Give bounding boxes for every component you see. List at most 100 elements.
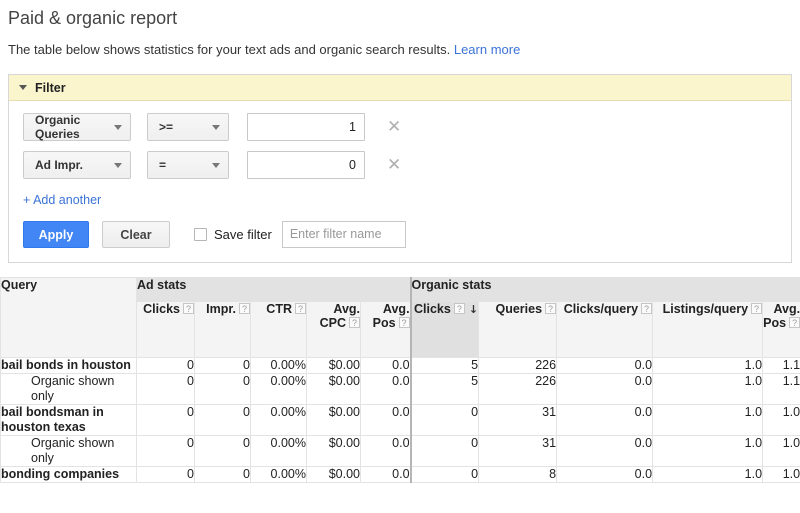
cell-ad-avg-cpc: $0.00 <box>306 466 361 483</box>
group-header-ad-stats: Ad stats <box>135 277 412 302</box>
cell-ad-avg-pos: 0.0 <box>359 404 412 436</box>
group-header-organic-stats: Organic stats <box>409 277 800 302</box>
column-header-ad-avg-pos[interactable]: Avg. Pos? <box>359 301 412 358</box>
column-header-query[interactable]: Query <box>0 277 137 358</box>
table-body: bail bonds in houston 0 0 0.00% $0.00 0.… <box>0 357 800 483</box>
help-icon[interactable]: ? <box>789 317 800 328</box>
chevron-down-icon <box>114 162 122 168</box>
cell-ad-impr: 0 <box>194 357 251 374</box>
cell-ad-clicks: 0 <box>136 435 195 467</box>
filter-field-label-1: Ad Impr. <box>35 158 84 172</box>
filter-field-label-0: Organic Queries <box>35 113 81 141</box>
chevron-down-icon <box>114 124 122 130</box>
help-icon[interactable]: ? <box>398 317 410 328</box>
query-cell: bonding companies <box>0 466 137 483</box>
help-icon[interactable]: ? <box>641 303 653 314</box>
cell-organic-queries: 8 <box>478 466 558 483</box>
learn-more-link[interactable]: Learn more <box>454 42 520 57</box>
filter-operator-select-0[interactable]: >= <box>147 113 229 141</box>
table-row[interactable]: Organic shown only 0 0 0.00% $0.00 0.0 0… <box>0 435 800 467</box>
help-icon[interactable]: ? <box>453 303 465 314</box>
query-cell: bail bondsman in houston texas <box>0 404 137 436</box>
cell-organic-clicks-per-query: 0.0 <box>556 357 654 374</box>
page-header: Paid & organic report The table below sh… <box>0 0 800 58</box>
column-header-ad-ctr[interactable]: CTR? <box>250 301 307 358</box>
filter-value-input-0[interactable]: 1 <box>247 113 365 141</box>
apply-button[interactable]: Apply <box>23 221 89 248</box>
column-header-ad-impr[interactable]: Impr.? <box>194 301 251 358</box>
cell-ad-avg-cpc: $0.00 <box>306 435 361 467</box>
filter-field-select-1[interactable]: Ad Impr. <box>23 151 131 179</box>
cell-ad-avg-pos: 0.0 <box>359 466 412 483</box>
filter-panel-header[interactable]: Filter <box>9 75 791 101</box>
cell-organic-avg-pos: 1.0 <box>762 435 800 467</box>
cell-organic-clicks-per-query: 0.0 <box>556 435 654 467</box>
clear-button[interactable]: Clear <box>102 221 170 248</box>
cell-ad-ctr: 0.00% <box>250 435 307 467</box>
column-header-label: Clicks/query <box>563 302 639 316</box>
table-row[interactable]: Organic shown only 0 0 0.00% $0.00 0.0 5… <box>0 373 800 405</box>
cell-organic-queries: 226 <box>478 373 558 405</box>
column-header-label: Clicks <box>143 302 180 316</box>
cell-ad-impr: 0 <box>194 373 251 405</box>
save-filter-checkbox[interactable] <box>194 228 207 241</box>
cell-organic-queries: 31 <box>478 404 558 436</box>
table-row[interactable]: bonding companies 0 0 0.00% $0.00 0.0 0 … <box>0 466 800 483</box>
column-header-organic-listings-per-query[interactable]: Listings/query? <box>652 301 764 358</box>
table-row[interactable]: bail bonds in houston 0 0 0.00% $0.00 0.… <box>0 357 800 374</box>
cell-ad-avg-cpc: $0.00 <box>306 404 361 436</box>
column-header-organic-avg-pos[interactable]: Avg. Pos? <box>762 301 800 358</box>
column-header-label: Impr. <box>206 302 236 316</box>
arrow-down-icon[interactable]: ↓ <box>469 303 478 317</box>
column-header-organic-clicks-per-query[interactable]: Clicks/query? <box>556 301 654 358</box>
filter-operator-select-1[interactable]: = <box>147 151 229 179</box>
remove-filter-row-button-1[interactable]: ✕ <box>387 156 401 174</box>
cell-organic-clicks: 5 <box>409 357 480 374</box>
help-icon[interactable]: ? <box>751 303 763 314</box>
cell-organic-clicks: 0 <box>409 466 480 483</box>
chevron-down-icon <box>212 162 220 168</box>
filter-row: Organic Queries >= 1 ✕ <box>9 113 791 151</box>
help-icon[interactable]: ? <box>239 303 250 314</box>
help-icon[interactable]: ? <box>349 317 360 328</box>
cell-organic-clicks: 0 <box>409 404 480 436</box>
cell-organic-listings-per-query: 1.0 <box>652 357 764 374</box>
cell-ad-avg-cpc: $0.00 <box>306 373 361 405</box>
cell-ad-avg-cpc: $0.00 <box>306 357 361 374</box>
remove-filter-row-button-0[interactable]: ✕ <box>387 118 401 136</box>
help-icon[interactable]: ? <box>183 303 194 314</box>
cell-organic-clicks: 5 <box>409 373 480 405</box>
cell-ad-clicks: 0 <box>136 404 195 436</box>
chevron-down-icon <box>212 124 220 130</box>
page-description: The table below shows statistics for you… <box>0 30 800 58</box>
table-row[interactable]: bail bondsman in houston texas 0 0 0.00%… <box>0 404 800 436</box>
help-icon[interactable]: ? <box>295 303 306 314</box>
cell-ad-ctr: 0.00% <box>250 373 307 405</box>
column-header-organic-clicks[interactable]: Clicks? ↓ <box>409 301 480 358</box>
page-description-text: The table below shows statistics for you… <box>8 42 451 57</box>
help-icon[interactable]: ? <box>545 303 557 314</box>
filter-name-input[interactable]: Enter filter name <box>281 221 406 248</box>
filter-value-input-1[interactable]: 0 <box>247 151 365 179</box>
cell-organic-listings-per-query: 1.0 <box>652 435 764 467</box>
cell-organic-avg-pos: 1.0 <box>762 466 800 483</box>
column-header-ad-clicks[interactable]: Clicks? <box>136 301 195 358</box>
cell-organic-avg-pos: 1.1 <box>762 373 800 405</box>
cell-organic-queries: 226 <box>478 357 558 374</box>
column-header-ad-avg-cpc[interactable]: Avg. CPC? <box>306 301 361 358</box>
cell-organic-listings-per-query: 1.0 <box>652 466 764 483</box>
caret-down-icon[interactable] <box>19 85 27 90</box>
filter-operator-label-0: >= <box>159 120 174 134</box>
cell-organic-clicks-per-query: 0.0 <box>556 404 654 436</box>
column-header-organic-queries[interactable]: Queries? <box>478 301 558 358</box>
paid-organic-report-table: Query Ad stats Organic stats Clicks? Imp… <box>0 277 800 483</box>
cell-organic-listings-per-query: 1.0 <box>652 404 764 436</box>
filter-actions: Apply Clear Save filter Enter filter nam… <box>9 207 791 252</box>
filter-body: Organic Queries >= 1 ✕ Ad Impr. = 0 ✕ + … <box>9 101 791 262</box>
column-header-label: CTR <box>266 302 292 316</box>
cell-ad-ctr: 0.00% <box>250 466 307 483</box>
filter-operator-label-1: = <box>159 158 167 172</box>
add-another-filter-link[interactable]: + Add another <box>9 189 791 207</box>
filter-field-select-0[interactable]: Organic Queries <box>23 113 131 141</box>
column-header-label: Clicks <box>413 302 451 316</box>
